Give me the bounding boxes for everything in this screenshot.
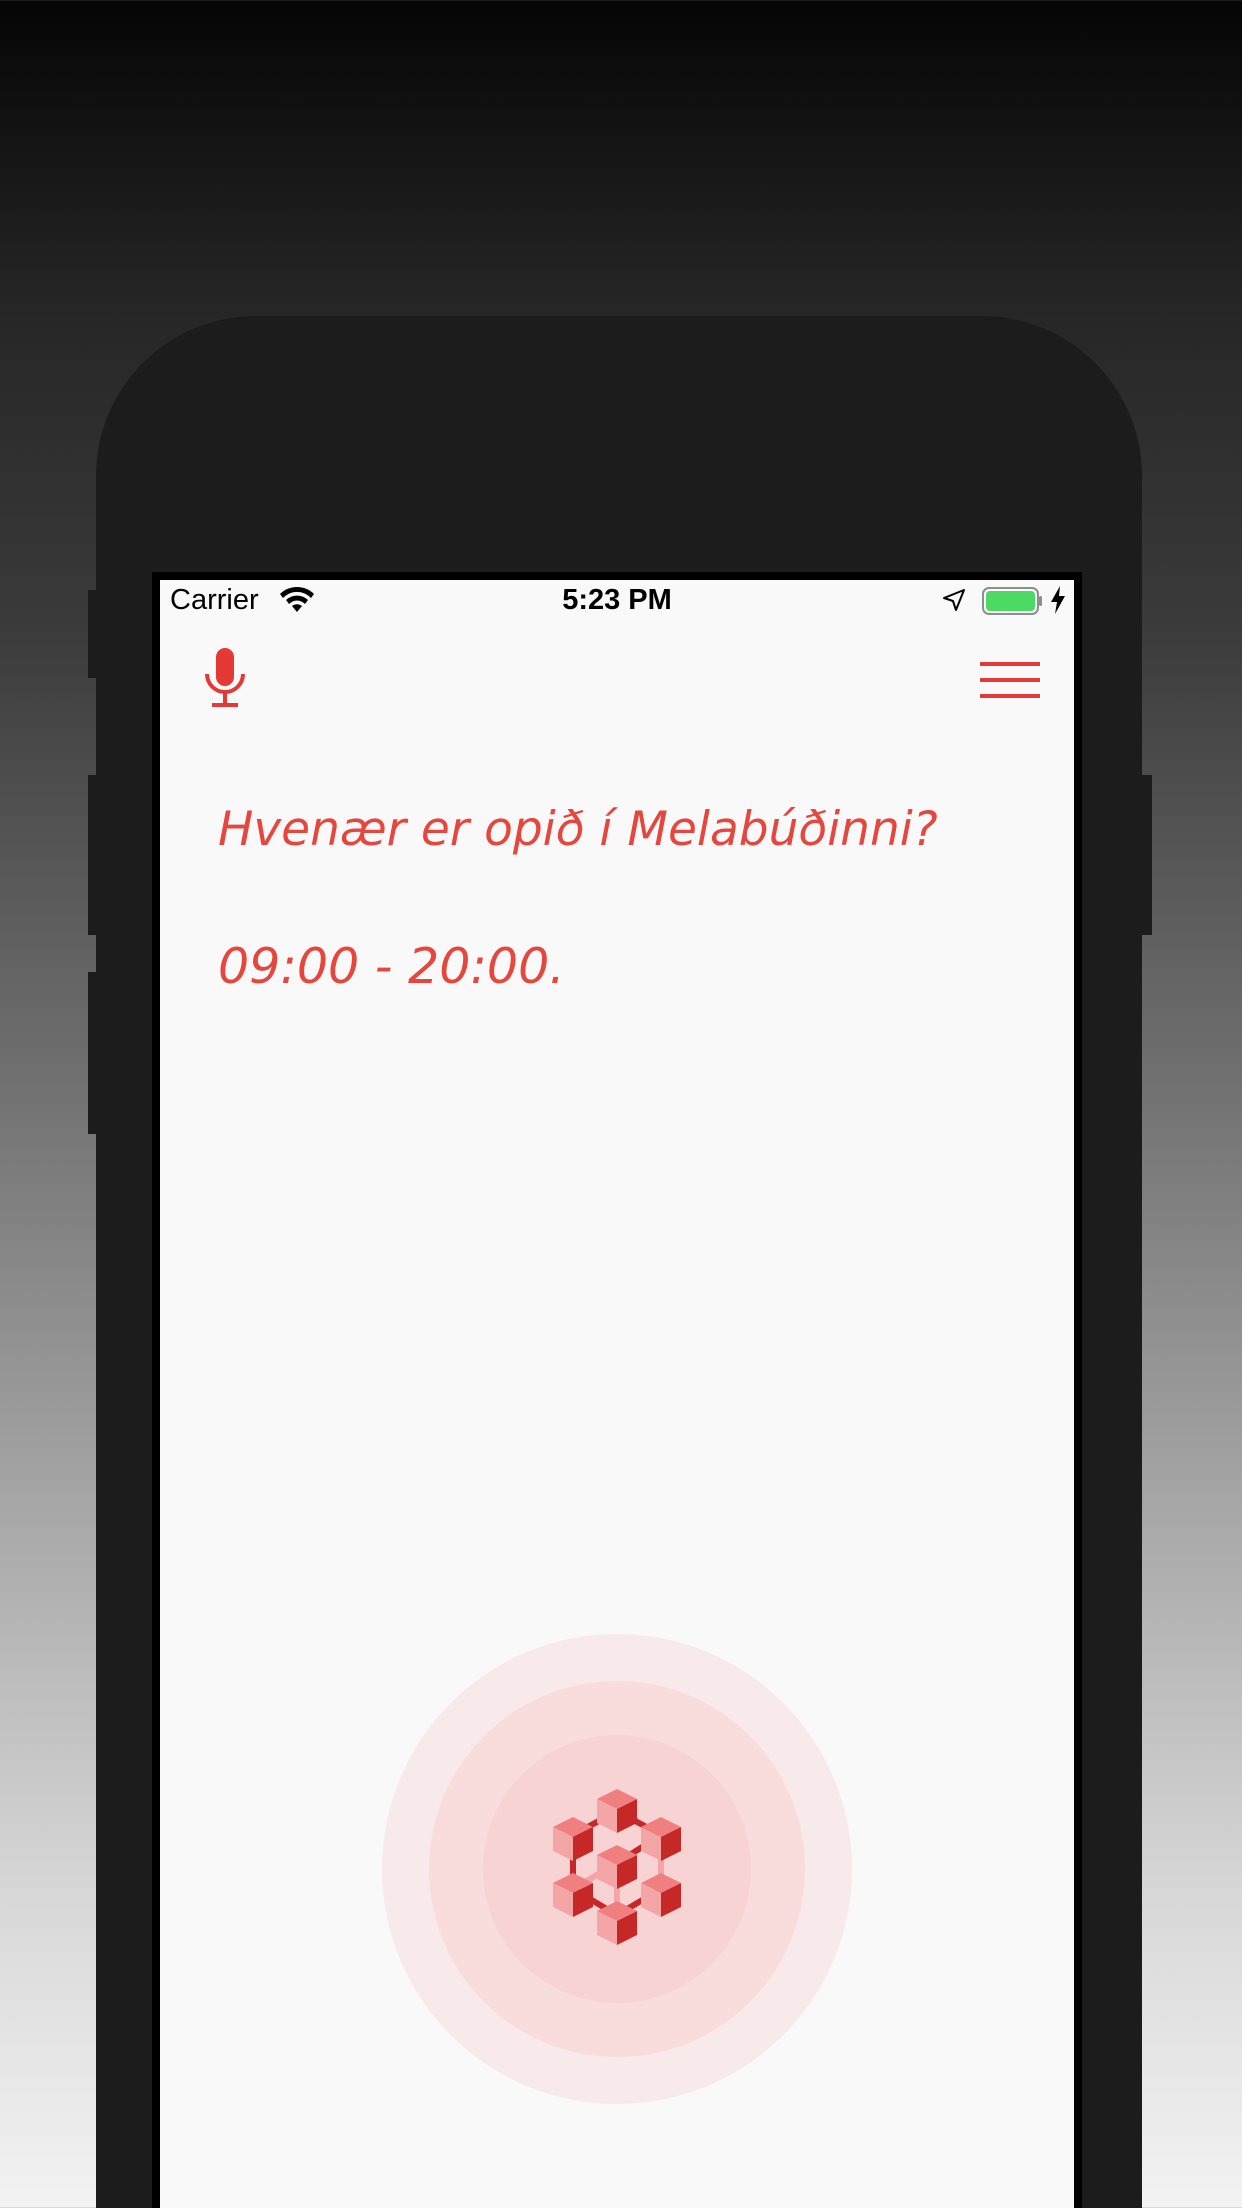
cube-network-logo-icon — [553, 1789, 681, 1945]
phone-volume-up-button — [88, 775, 98, 935]
status-time: 5:23 PM — [562, 584, 672, 616]
app-screen: Carrier 5:23 PM Hvenær er opið í Melabúð… — [160, 580, 1074, 2208]
status-bar: Carrier 5:23 PM — [160, 580, 1074, 620]
charging-bolt-icon — [1051, 586, 1065, 614]
phone-volume-down-button — [88, 972, 98, 1134]
phone-power-button — [1142, 775, 1152, 935]
battery-icon — [982, 587, 1042, 615]
phone-mute-switch — [88, 590, 98, 678]
hamburger-menu-icon[interactable] — [980, 660, 1040, 700]
microphone-icon[interactable] — [202, 646, 248, 710]
listen-button[interactable] — [382, 1634, 852, 2104]
assistant-answer-text: 09:00 - 20:00. — [218, 938, 565, 995]
location-arrow-icon — [943, 589, 965, 611]
user-query-text: Hvenær er opið í Melabúðinni? — [218, 802, 938, 857]
